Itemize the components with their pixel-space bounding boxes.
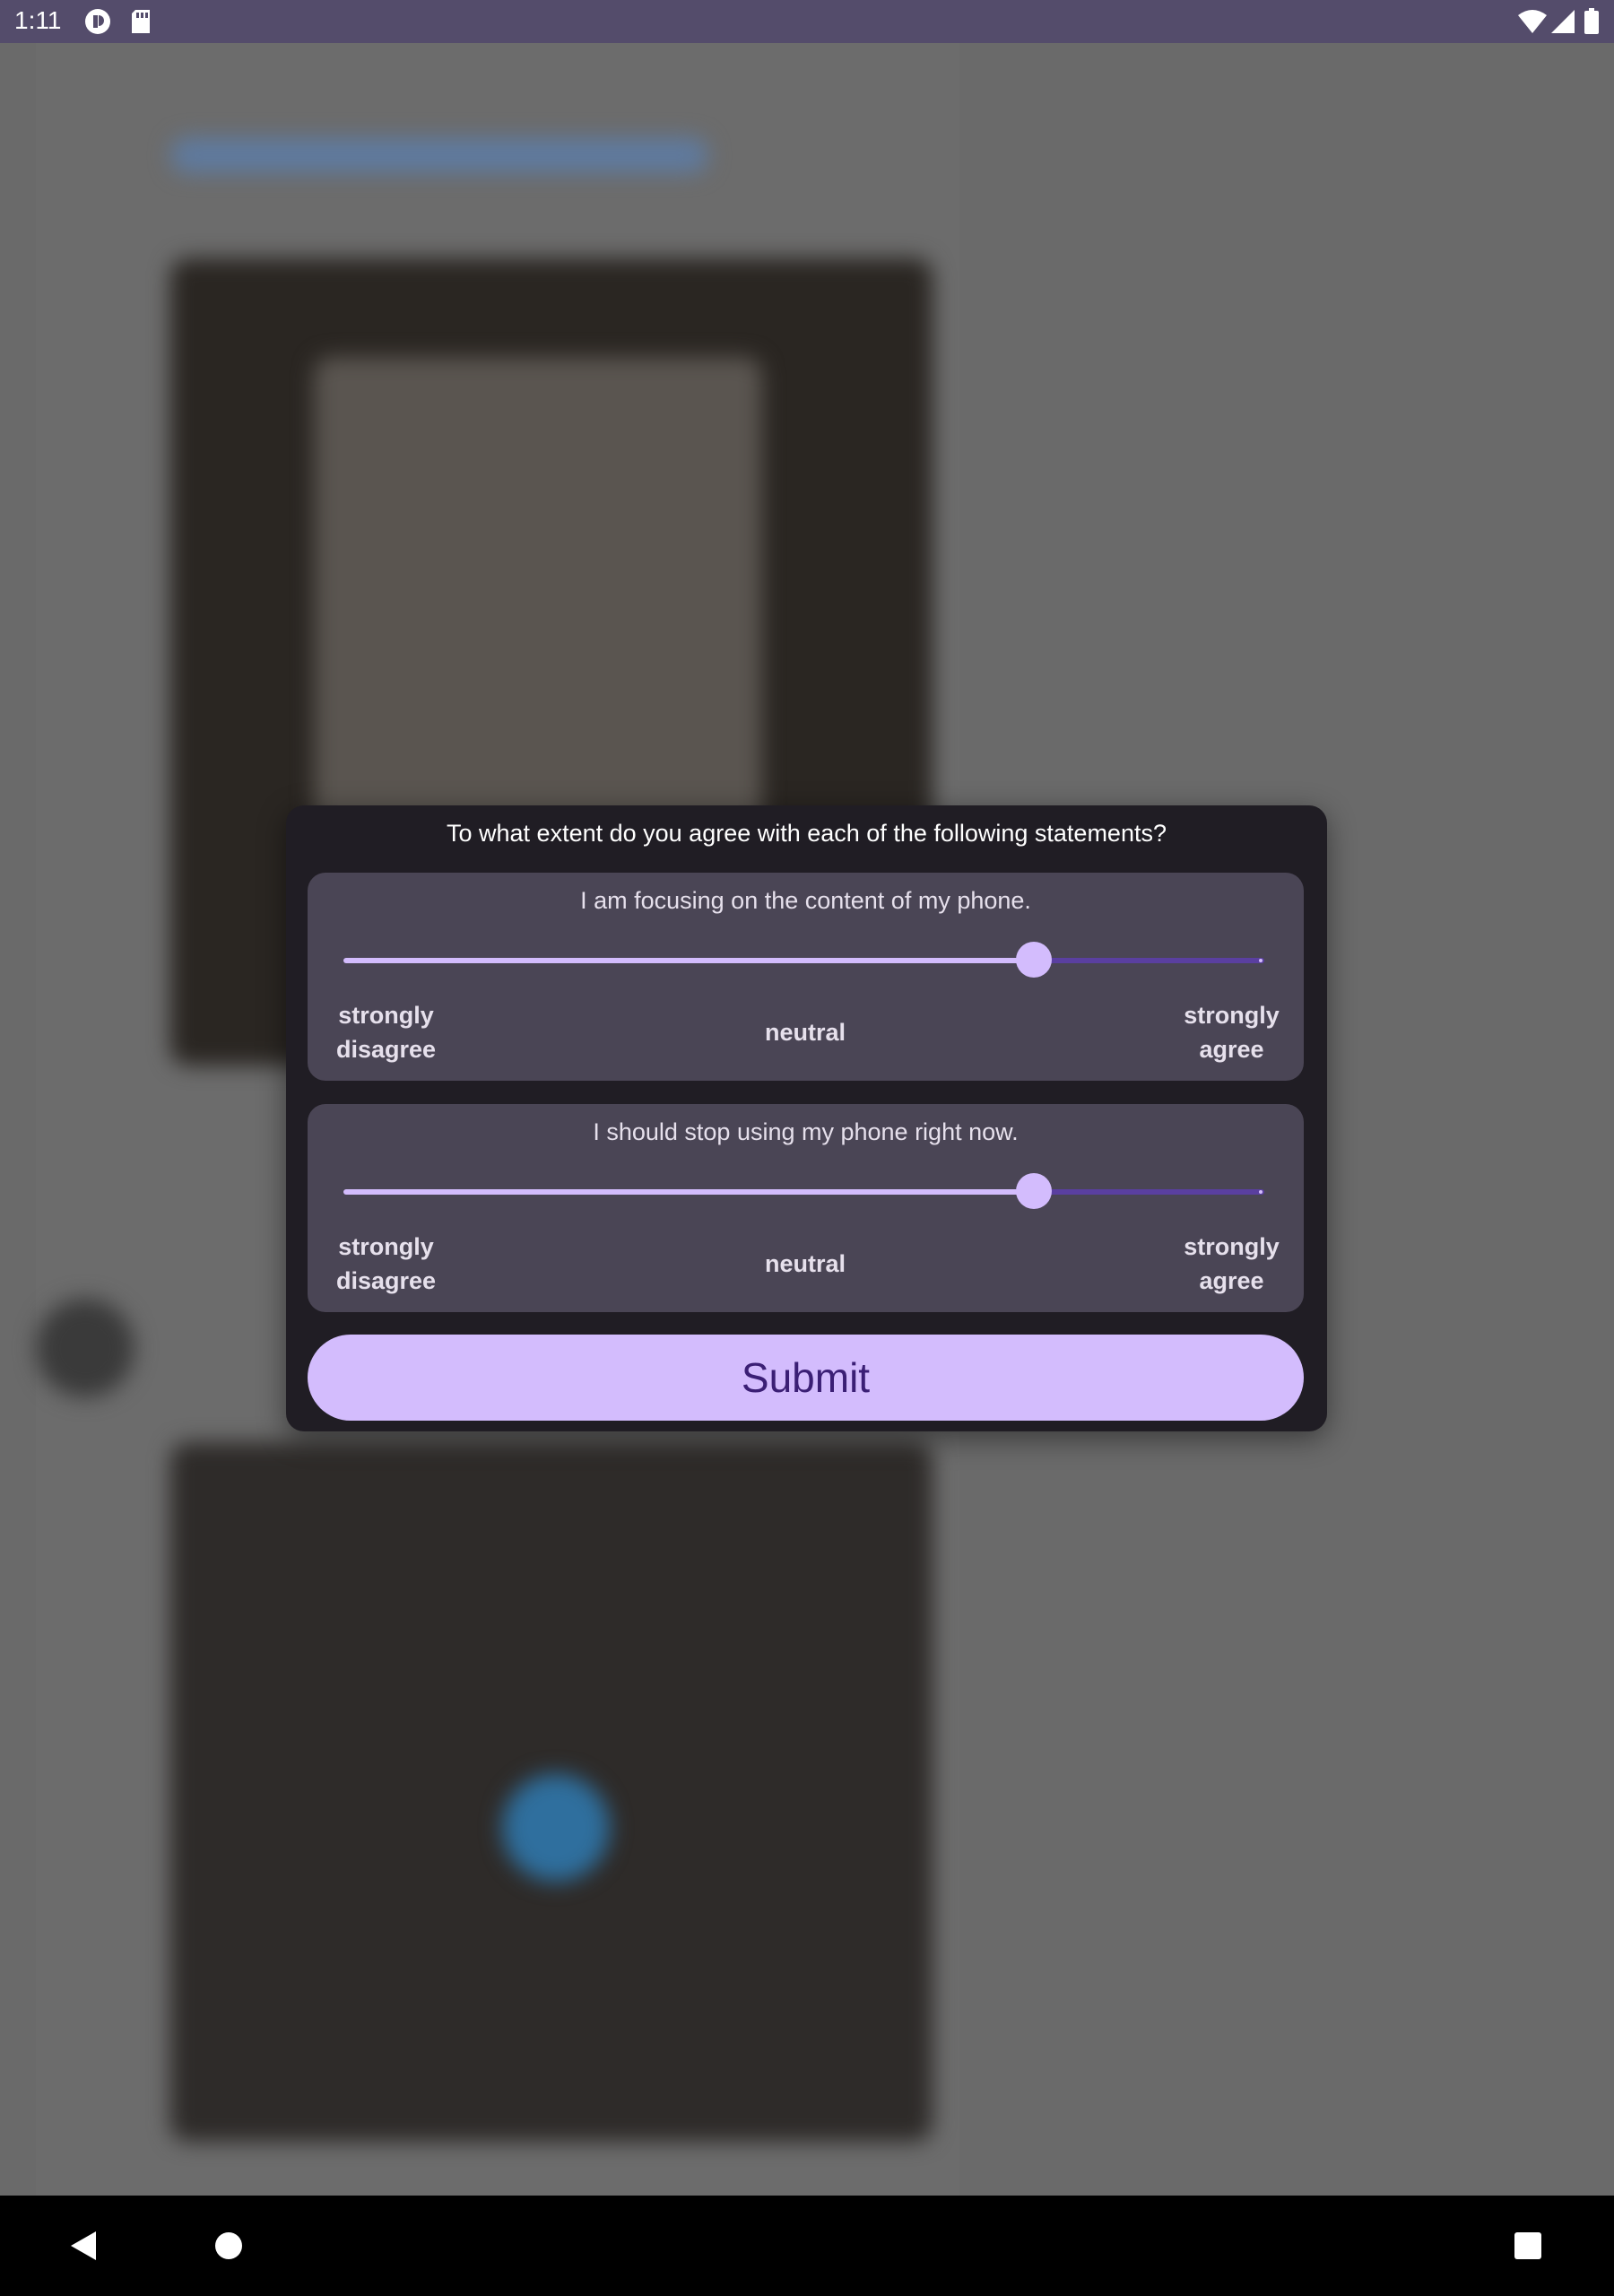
slider-thumb[interactable]: [1016, 942, 1053, 978]
survey-dialog: To what extent do you agree with each of…: [286, 805, 1327, 1431]
slider-track-active: [343, 1189, 1035, 1195]
slider-end-dot: [1259, 959, 1263, 962]
question-statement: I am focusing on the content of my phone…: [580, 887, 1031, 914]
background-avatar: [36, 1299, 134, 1397]
label-strongly-disagree: strongly disagree: [335, 1002, 437, 1063]
home-button[interactable]: [175, 2196, 282, 2296]
home-icon: [215, 2232, 242, 2259]
background-headline: [170, 137, 708, 173]
label-strongly-agree: strongly agree: [1184, 1002, 1280, 1063]
slider-track-inactive: [1034, 1189, 1264, 1195]
slider-track-inactive: [1034, 958, 1264, 963]
back-icon: [71, 2231, 96, 2260]
signal-icon: [1551, 8, 1576, 39]
dialog-title: To what extent do you agree with each of…: [447, 820, 1167, 847]
background-image-detail: [502, 1774, 610, 1882]
label-neutral: neutral: [764, 1019, 846, 1046]
status-time: 1:11: [14, 6, 62, 34]
status-bar: 1:11: [0, 0, 1614, 43]
recents-icon: [1514, 2232, 1541, 2259]
back-button[interactable]: [30, 2196, 138, 2296]
submit-button[interactable]: Submit: [308, 1335, 1304, 1421]
agreement-slider[interactable]: [343, 942, 1264, 978]
question-card: I should stop using my phone right now. …: [308, 1104, 1304, 1312]
sd-card-icon: [130, 8, 152, 39]
slider-end-dot: [1259, 1190, 1263, 1194]
battery-icon: [1584, 8, 1600, 39]
question-statement: I should stop using my phone right now.: [593, 1118, 1019, 1145]
agreement-slider[interactable]: [343, 1173, 1264, 1209]
label-strongly-agree: strongly agree: [1184, 1233, 1280, 1294]
navigation-bar: [0, 2196, 1614, 2296]
slider-thumb[interactable]: [1016, 1173, 1053, 1209]
slider-track-active: [343, 958, 1035, 963]
app-notification-icon: [84, 8, 111, 39]
label-neutral: neutral: [764, 1250, 846, 1277]
question-card: I am focusing on the content of my phone…: [308, 873, 1304, 1081]
wifi-icon: [1517, 8, 1548, 39]
recents-button[interactable]: [1474, 2196, 1582, 2296]
label-strongly-disagree: strongly disagree: [335, 1233, 437, 1294]
